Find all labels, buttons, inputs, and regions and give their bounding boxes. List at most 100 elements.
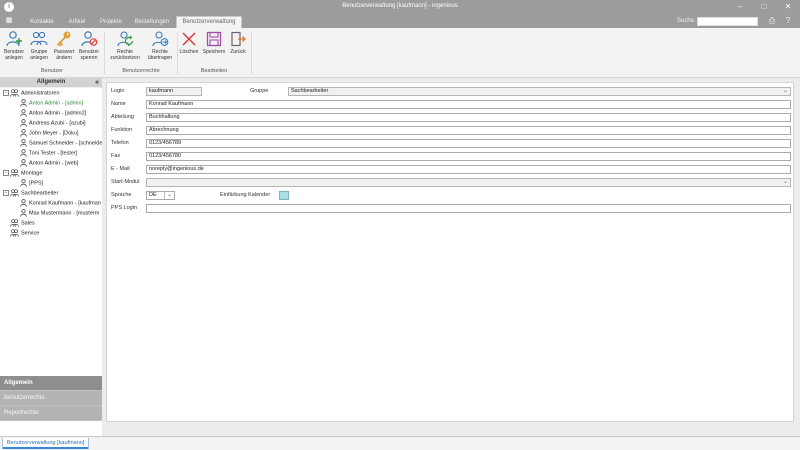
user-lock-icon bbox=[81, 31, 98, 47]
tree-user[interactable]: Samuel Schneider - [schneide bbox=[20, 139, 102, 148]
tree-user[interactable]: [PPS] bbox=[20, 179, 43, 188]
group-icon bbox=[10, 169, 21, 177]
close-icon[interactable]: ✕ bbox=[776, 0, 800, 14]
transfer-rights-icon bbox=[152, 31, 169, 47]
group-add-icon bbox=[30, 31, 48, 46]
print-icon[interactable]: ⎙ bbox=[766, 16, 778, 26]
funktion-field[interactable]: Abrechnung bbox=[146, 126, 791, 135]
tab-benutzerverwaltung[interactable]: Benutzerverwaltung bbox=[176, 16, 242, 28]
left-panel-header: Allgemein « bbox=[0, 78, 102, 87]
expand-collapse-icon[interactable]: − bbox=[3, 170, 9, 176]
name-field[interactable]: Konrad Kaufmann bbox=[146, 100, 791, 109]
ribbon-label: Löschen bbox=[179, 49, 199, 55]
tree-node-label: Andreas Azubi - [azubi] bbox=[29, 120, 86, 127]
rechte-uebertragen-button[interactable]: Rechte übertragen bbox=[144, 30, 176, 64]
tree-user[interactable]: Konrad Kaufmann - [kaufman bbox=[20, 199, 101, 208]
email-field[interactable]: noreply@ingenious.de bbox=[146, 165, 791, 174]
tree-user[interactable]: Max Mustermann - [musterm bbox=[20, 209, 99, 218]
nav-benutzerrechte[interactable]: Benutzerrechte bbox=[0, 391, 102, 406]
tree-node-label: Max Mustermann - [musterm bbox=[29, 210, 100, 217]
maximize-icon[interactable]: □ bbox=[752, 0, 776, 14]
expand-collapse-icon[interactable]: − bbox=[3, 90, 9, 96]
benutzer-sperren-button[interactable]: Benutzer sperren bbox=[77, 30, 101, 64]
tab-bestellungen[interactable]: Bestellungen bbox=[130, 17, 174, 28]
double-chevron-left-icon[interactable]: « bbox=[95, 78, 99, 87]
tree-node-label: Samuel Schneider - [schneide bbox=[29, 140, 102, 147]
sprache-label: Sprache bbox=[111, 192, 132, 198]
ribbon-label: Zurück bbox=[230, 49, 246, 55]
passwort-aendern-button[interactable]: Passwort ändern bbox=[52, 30, 76, 64]
user-icon bbox=[20, 199, 29, 207]
abteilung-label: Abteilung bbox=[111, 114, 134, 120]
group-icon bbox=[10, 219, 21, 227]
startmodul-dropdown[interactable]: ⌄ bbox=[146, 178, 791, 187]
pps-login-field[interactable] bbox=[146, 204, 791, 213]
abteilung-field[interactable]: Buchhaltung bbox=[146, 113, 791, 122]
telefon-label: Telefon bbox=[111, 140, 129, 146]
tree-user[interactable]: Toni Tester - [tester] bbox=[20, 149, 77, 158]
user-add-icon bbox=[6, 31, 22, 47]
startmodul-label: Start-Modul bbox=[111, 179, 140, 185]
tree-node-label: John Meyer - [Doku] bbox=[29, 130, 79, 137]
tab-projekte[interactable]: Projekte bbox=[94, 17, 128, 28]
chevron-down-icon: ⌄ bbox=[163, 192, 172, 199]
speichern-button[interactable]: Speichern bbox=[202, 30, 226, 64]
kalender-color-picker[interactable] bbox=[279, 191, 289, 200]
rechte-zuruecksetzen-button[interactable]: Rechte zurücksetzen bbox=[107, 30, 143, 64]
tree-user[interactable]: Anton Admin - [admin] bbox=[20, 99, 83, 108]
chevron-down-icon: ⌄ bbox=[782, 88, 788, 94]
help-icon[interactable]: ? bbox=[782, 16, 794, 26]
key-icon bbox=[57, 31, 71, 47]
tree-user[interactable]: Anton Admin - [admin2] bbox=[20, 109, 86, 118]
minimize-icon[interactable]: – bbox=[728, 0, 752, 14]
user-icon bbox=[20, 149, 29, 157]
fax-label: Fax bbox=[111, 153, 121, 159]
tree-user[interactable]: Andreas Azubi - [azubi] bbox=[20, 119, 86, 128]
ribbon-separator bbox=[251, 32, 252, 74]
tree-group[interactable]: − Sachbearbeiter bbox=[3, 189, 58, 198]
tree-group[interactable]: − Administratoren bbox=[3, 89, 60, 98]
main-area: Login kaufmann Gruppe Sachbearbeiter ⌄ N… bbox=[102, 78, 800, 436]
save-icon bbox=[206, 31, 222, 47]
gruppe-anlegen-button[interactable]: Gruppe anlegen bbox=[27, 30, 51, 64]
login-label: Login bbox=[111, 88, 125, 94]
search-label: Suche: bbox=[677, 18, 696, 24]
reset-rights-icon bbox=[117, 31, 134, 47]
sprache-dropdown[interactable]: DE ⌄ bbox=[146, 191, 175, 200]
gruppe-value: Sachbearbeiter bbox=[291, 88, 329, 94]
status-bar: Benutzerverwaltung [kaufmann] bbox=[0, 436, 800, 450]
gruppe-dropdown[interactable]: Sachbearbeiter ⌄ bbox=[288, 87, 791, 96]
ribbon-label: Speichern bbox=[202, 49, 226, 55]
ribbon-label: sperren bbox=[80, 55, 98, 61]
login-field[interactable]: kaufmann bbox=[146, 87, 202, 96]
chevron-down-icon: ⌄ bbox=[782, 179, 788, 185]
group-icon bbox=[10, 229, 21, 237]
left-panel: Allgemein « − Administratoren Anton Admin … bbox=[0, 78, 102, 450]
tree-user[interactable]: Anton Admin - [web] bbox=[20, 159, 78, 168]
user-icon bbox=[20, 109, 29, 117]
title-bar: i Benutzerverwaltung [kaufmann] - ingeni… bbox=[0, 0, 800, 14]
nav-reportrechte[interactable]: Reportrechte bbox=[0, 406, 102, 421]
tree-user[interactable]: John Meyer - [Doku] bbox=[20, 129, 79, 138]
tree-group[interactable]: − Montage bbox=[3, 169, 42, 178]
tree-group[interactable]: Sales bbox=[3, 219, 35, 228]
tree-node-label: Anton Admin - [admin] bbox=[29, 100, 84, 107]
tab-kontakte[interactable]: Kontakte bbox=[24, 17, 60, 28]
expand-collapse-icon[interactable]: − bbox=[3, 190, 9, 196]
gruppe-label: Gruppe bbox=[250, 88, 269, 94]
user-icon bbox=[20, 129, 29, 137]
grid-menu-icon[interactable]: ▦ bbox=[4, 17, 14, 25]
zurueck-button[interactable]: Zurück bbox=[228, 30, 248, 64]
tab-artikel[interactable]: Artikel bbox=[62, 17, 92, 28]
fax-field[interactable]: 0123/456780 bbox=[146, 152, 791, 161]
delete-icon bbox=[182, 32, 196, 46]
tree-group[interactable]: Service bbox=[3, 229, 39, 238]
telefon-field[interactable]: 0123/456789 bbox=[146, 139, 791, 148]
document-tab[interactable]: Benutzerverwaltung [kaufmann] bbox=[2, 438, 90, 449]
nav-allgemein[interactable]: Allgemein bbox=[0, 376, 102, 391]
benutzer-anlegen-button[interactable]: Benutzer anlegen bbox=[2, 30, 26, 64]
loeschen-button[interactable]: Löschen bbox=[179, 30, 199, 64]
tree-node-label: Service bbox=[21, 230, 40, 237]
search-input[interactable] bbox=[697, 17, 758, 26]
tree-node-label: [PPS] bbox=[29, 180, 44, 187]
